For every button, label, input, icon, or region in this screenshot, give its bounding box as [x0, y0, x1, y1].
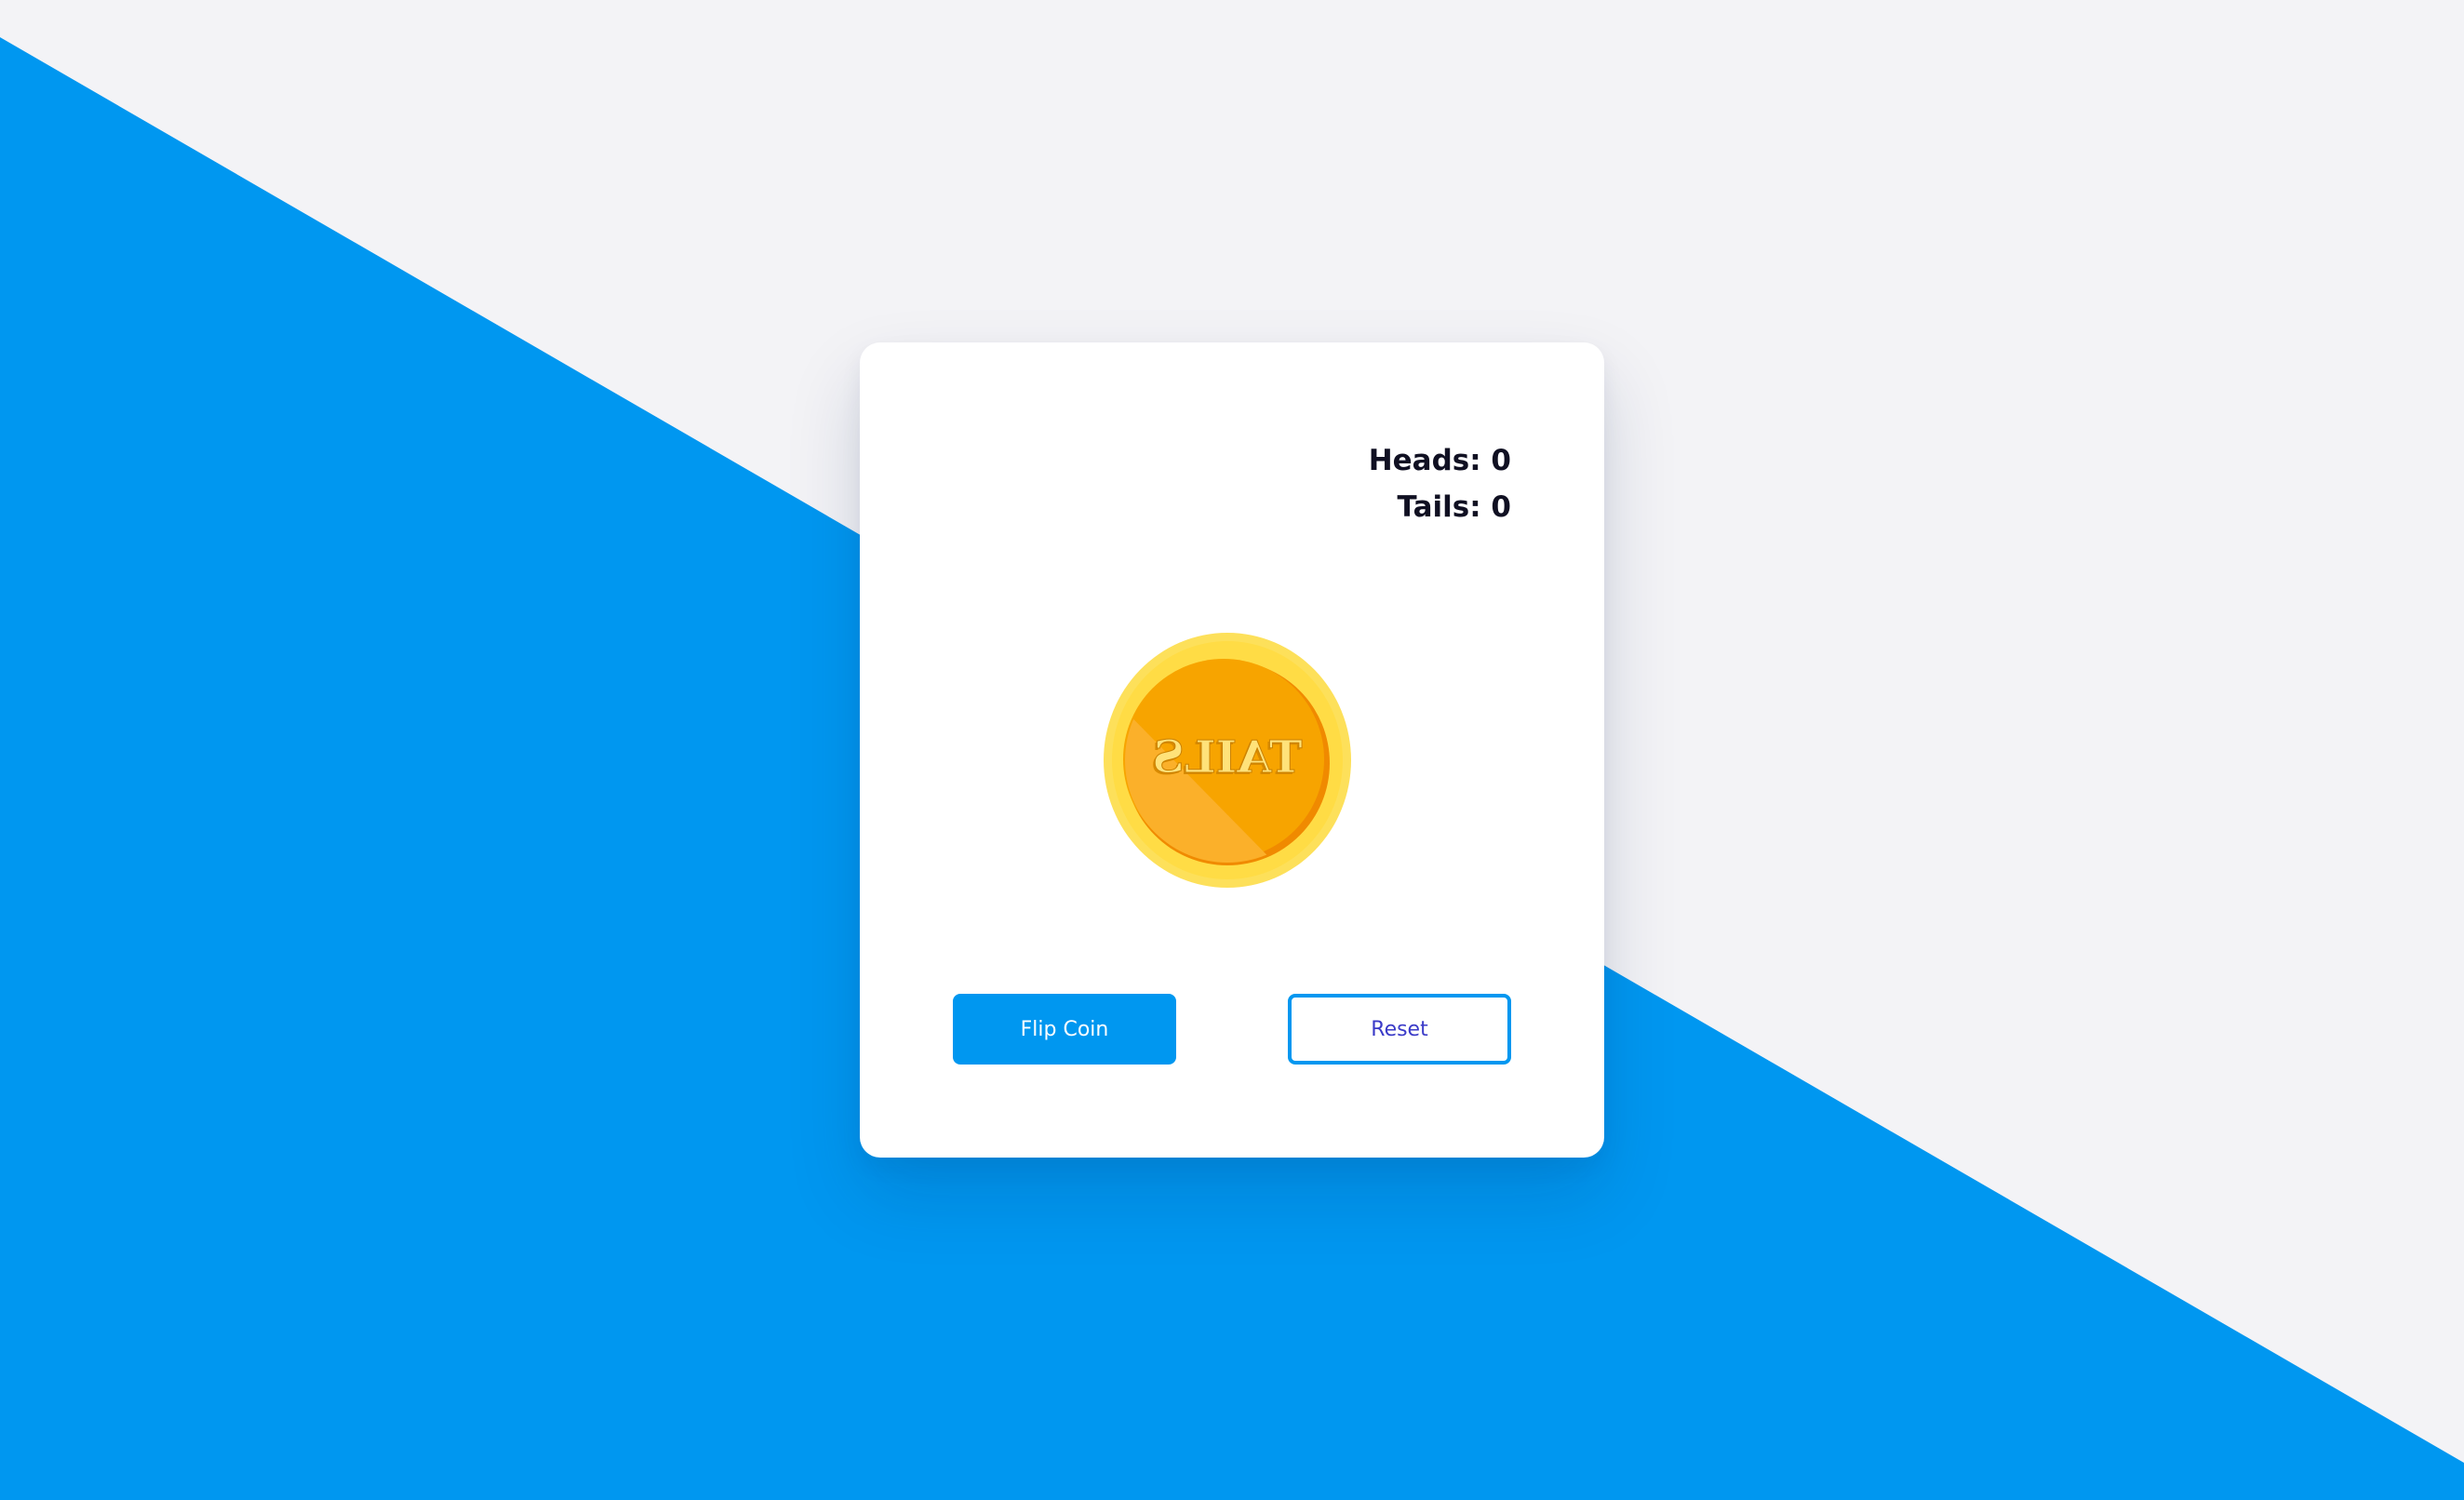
coin-flip-card: Heads: 0 Tails: 0 TAILS TAILS Flip Coin … [860, 342, 1604, 1158]
tails-count: Tails: 0 [1397, 490, 1511, 524]
coin: TAILS TAILS [1104, 633, 1351, 888]
heads-count: Heads: 0 [1368, 444, 1511, 477]
coin-tails-icon: TAILS TAILS [1104, 633, 1351, 888]
coin-face-text: TAILS [1152, 731, 1302, 783]
reset-button[interactable]: Reset [1288, 994, 1511, 1065]
scoreboard: Heads: 0 Tails: 0 [1369, 437, 1511, 530]
flip-coin-button[interactable]: Flip Coin [953, 994, 1176, 1065]
